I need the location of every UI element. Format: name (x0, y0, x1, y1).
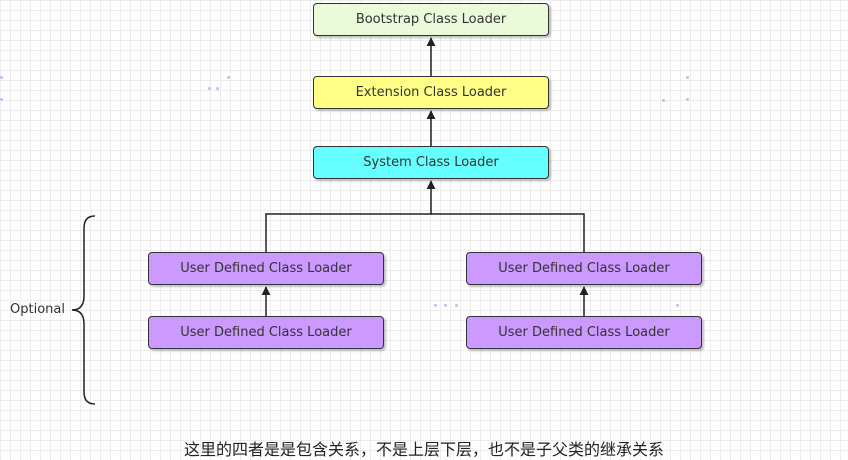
user-defined-class-loader-left-bottom-node: User Defined Class Loader (148, 316, 384, 349)
system-class-loader-node: System Class Loader (313, 146, 549, 179)
connector-lines (71, 37, 589, 405)
bootstrap-class-loader-node: Bootstrap Class Loader (313, 3, 549, 36)
extension-class-loader-node: Extension Class Loader (313, 76, 549, 109)
edge-user-left-to-system (265, 180, 436, 252)
user-defined-class-loader-right-bottom-node: User Defined Class Loader (466, 316, 702, 349)
diagram-caption: 这里的四者是是包含关系，不是上层下层，也不是子父类的继承关系 (183, 440, 664, 459)
optional-label: Optional (10, 302, 65, 317)
optional-brace (71, 215, 96, 405)
user-defined-class-loader-right-top-node: User Defined Class Loader (466, 252, 702, 285)
edge-user-right-to-system (431, 213, 585, 252)
user-defined-class-loader-left-top-node: User Defined Class Loader (148, 252, 384, 285)
